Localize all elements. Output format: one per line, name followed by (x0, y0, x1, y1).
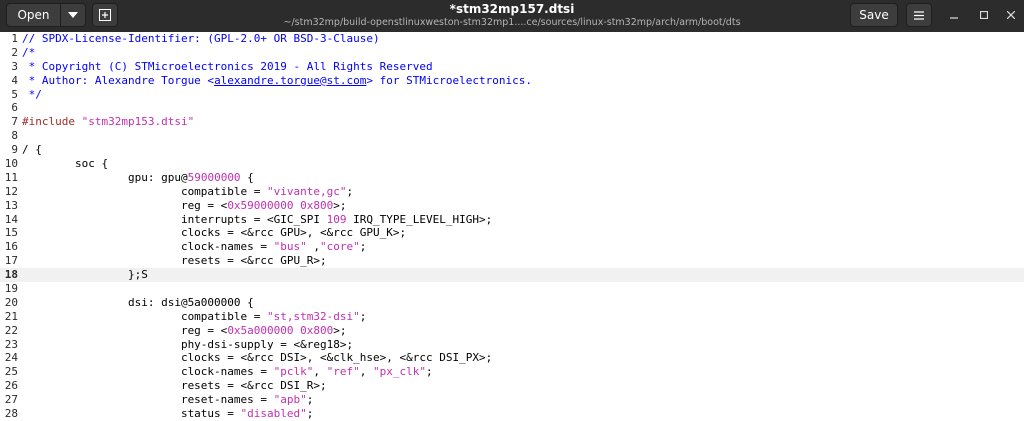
code-line[interactable]: 19 (0, 282, 1024, 296)
close-icon (1006, 10, 1016, 20)
line-number: 11 (4, 170, 18, 184)
save-button[interactable]: Save (850, 3, 898, 27)
code-line[interactable]: 2 /* (0, 46, 1024, 60)
line-number: 14 (4, 212, 18, 226)
code-line[interactable]: 17 resets = <&rcc GPU_R>; (0, 254, 1024, 268)
code-line[interactable]: 11 gpu: gpu@59000000 { (0, 171, 1024, 185)
code-text: compatible = "vivante,gc"; (22, 184, 354, 198)
code-text: */ (22, 87, 42, 101)
chevron-down-icon (68, 12, 78, 18)
line-number: 12 (4, 184, 18, 198)
code-text: #include "stm32mp153.dtsi" (22, 115, 195, 129)
maximize-icon (979, 10, 989, 20)
maximize-button[interactable] (976, 8, 992, 24)
code-line[interactable]: 23 phy-dsi-supply = <&reg18>; (0, 338, 1024, 352)
line-number: 24 (4, 351, 18, 365)
code-text: status = "disabled"; (22, 407, 314, 421)
code-text: * Copyright (C) STMicroelectronics 2019 … (22, 59, 433, 73)
line-number: 28 (4, 407, 18, 421)
code-text: soc { (22, 157, 109, 171)
code-text: reset-names = "apb"; (22, 393, 314, 407)
line-number: 6 (11, 101, 18, 115)
code-line[interactable]: 18 };S (0, 268, 1024, 283)
open-dropdown-button[interactable] (60, 3, 86, 27)
code-line[interactable]: 12 compatible = "vivante,gc"; (0, 185, 1024, 199)
open-button[interactable]: Open (6, 3, 61, 27)
code-line[interactable]: 26 resets = <&rcc DSI_R>; (0, 379, 1024, 393)
line-number: 4 (11, 73, 18, 87)
line-number: 1 (11, 32, 18, 45)
code-line[interactable]: 28 status = "disabled"; (0, 407, 1024, 421)
code-line[interactable]: 5 */ (0, 88, 1024, 102)
code-line[interactable]: 16 clock-names = "bus" ,"core"; (0, 240, 1024, 254)
new-tab-button[interactable] (92, 3, 118, 27)
code-line[interactable]: 21 compatible = "st,stm32-dsi"; (0, 310, 1024, 324)
code-line[interactable]: 7 #include "stm32mp153.dtsi" (0, 115, 1024, 129)
line-number: 15 (4, 226, 18, 240)
code-line[interactable]: 24 clocks = <&rcc DSI>, <&clk_hse>, <&rc… (0, 351, 1024, 365)
code-text: resets = <&rcc DSI_R>; (22, 379, 327, 393)
line-number: 8 (11, 129, 18, 143)
line-number: 26 (4, 379, 18, 393)
code-line[interactable]: 20 dsi: dsi@5a000000 { (0, 296, 1024, 310)
file-path: ~/stm32mp/build-openstlinuxweston-stm32m… (283, 17, 741, 28)
code-text: /* (22, 45, 36, 59)
code-line[interactable]: 27 reset-names = "apb"; (0, 393, 1024, 407)
close-button[interactable] (1003, 8, 1019, 24)
code-text: clock-names = "bus" ,"core"; (22, 240, 367, 254)
line-number: 23 (4, 337, 18, 351)
line-number: 22 (4, 323, 18, 337)
line-number: 21 (4, 309, 18, 323)
hamburger-menu-icon (914, 10, 924, 20)
line-number: 10 (4, 157, 18, 171)
window-title: *stm32mp157.dtsi (449, 2, 575, 16)
code-text: * Author: Alexandre Torgue <alexandre.to… (22, 73, 532, 87)
code-text: dsi: dsi@5a000000 { (22, 295, 254, 309)
code-line[interactable]: 6 (0, 101, 1024, 115)
code-line[interactable]: 13 reg = <0x59000000 0x800>; (0, 199, 1024, 213)
line-number: 3 (11, 59, 18, 73)
code-line[interactable]: 9 / { (0, 143, 1024, 157)
code-line[interactable]: 8 (0, 129, 1024, 143)
line-number: 25 (4, 365, 18, 379)
code-text: clock-names = "pclk", "ref", "px_clk"; (22, 365, 433, 379)
code-line[interactable]: 10 soc { (0, 157, 1024, 171)
code-text: reg = <0x5a000000 0x800>; (22, 323, 347, 337)
code-line[interactable]: 25 clock-names = "pclk", "ref", "px_clk"… (0, 365, 1024, 379)
line-number: 27 (4, 393, 18, 407)
minimize-icon (950, 17, 958, 19)
line-number: 2 (11, 45, 18, 59)
code-line[interactable]: 4 * Author: Alexandre Torgue <alexandre.… (0, 74, 1024, 88)
text-editor[interactable]: 1 // SPDX-License-Identifier: (GPL-2.0+ O… (0, 32, 1024, 420)
line-number: 5 (11, 87, 18, 101)
code-line[interactable]: 3 * Copyright (C) STMicroelectronics 201… (0, 60, 1024, 74)
code-text: interrupts = <GIC_SPI 109 IRQ_TYPE_LEVEL… (22, 212, 493, 226)
code-text: clocks = <&rcc GPU>, <&rcc GPU_K>; (22, 226, 407, 240)
line-number: 9 (11, 143, 18, 157)
code-text: clocks = <&rcc DSI>, <&clk_hse>, <&rcc D… (22, 351, 493, 365)
code-text: gpu: gpu@59000000 { (22, 170, 254, 184)
line-number: 18 (4, 268, 18, 282)
menu-button[interactable] (906, 3, 932, 27)
line-number: 20 (4, 295, 18, 309)
code-text: phy-dsi-supply = <&reg18>; (22, 337, 354, 351)
code-line[interactable]: 1 // SPDX-License-Identifier: (GPL-2.0+ O… (0, 32, 1024, 46)
code-text: / { (22, 143, 42, 157)
minimize-button[interactable] (946, 8, 962, 24)
line-number: 16 (4, 240, 18, 254)
code-text: resets = <&rcc GPU_R>; (22, 254, 327, 268)
code-line[interactable]: 15 clocks = <&rcc GPU>, <&rcc GPU_K>; (0, 226, 1024, 240)
code-text: };S (22, 268, 148, 282)
header-bar: Open *stm32mp157.dtsi ~/stm32mp/build-op… (0, 0, 1024, 32)
code-text: reg = <0x59000000 0x800>; (22, 198, 347, 212)
code-text: // SPDX-License-Identifier: (GPL-2.0+ OR… (22, 32, 380, 45)
new-tab-icon (99, 9, 111, 21)
code-line[interactable]: 22 reg = <0x5a000000 0x800>; (0, 324, 1024, 338)
code-line[interactable]: 14 interrupts = <GIC_SPI 109 IRQ_TYPE_LE… (0, 213, 1024, 227)
code-text: compatible = "st,stm32-dsi"; (22, 309, 367, 323)
line-number: 17 (4, 254, 18, 268)
line-number: 13 (4, 198, 18, 212)
line-number: 19 (4, 282, 18, 296)
line-number: 7 (11, 115, 18, 129)
